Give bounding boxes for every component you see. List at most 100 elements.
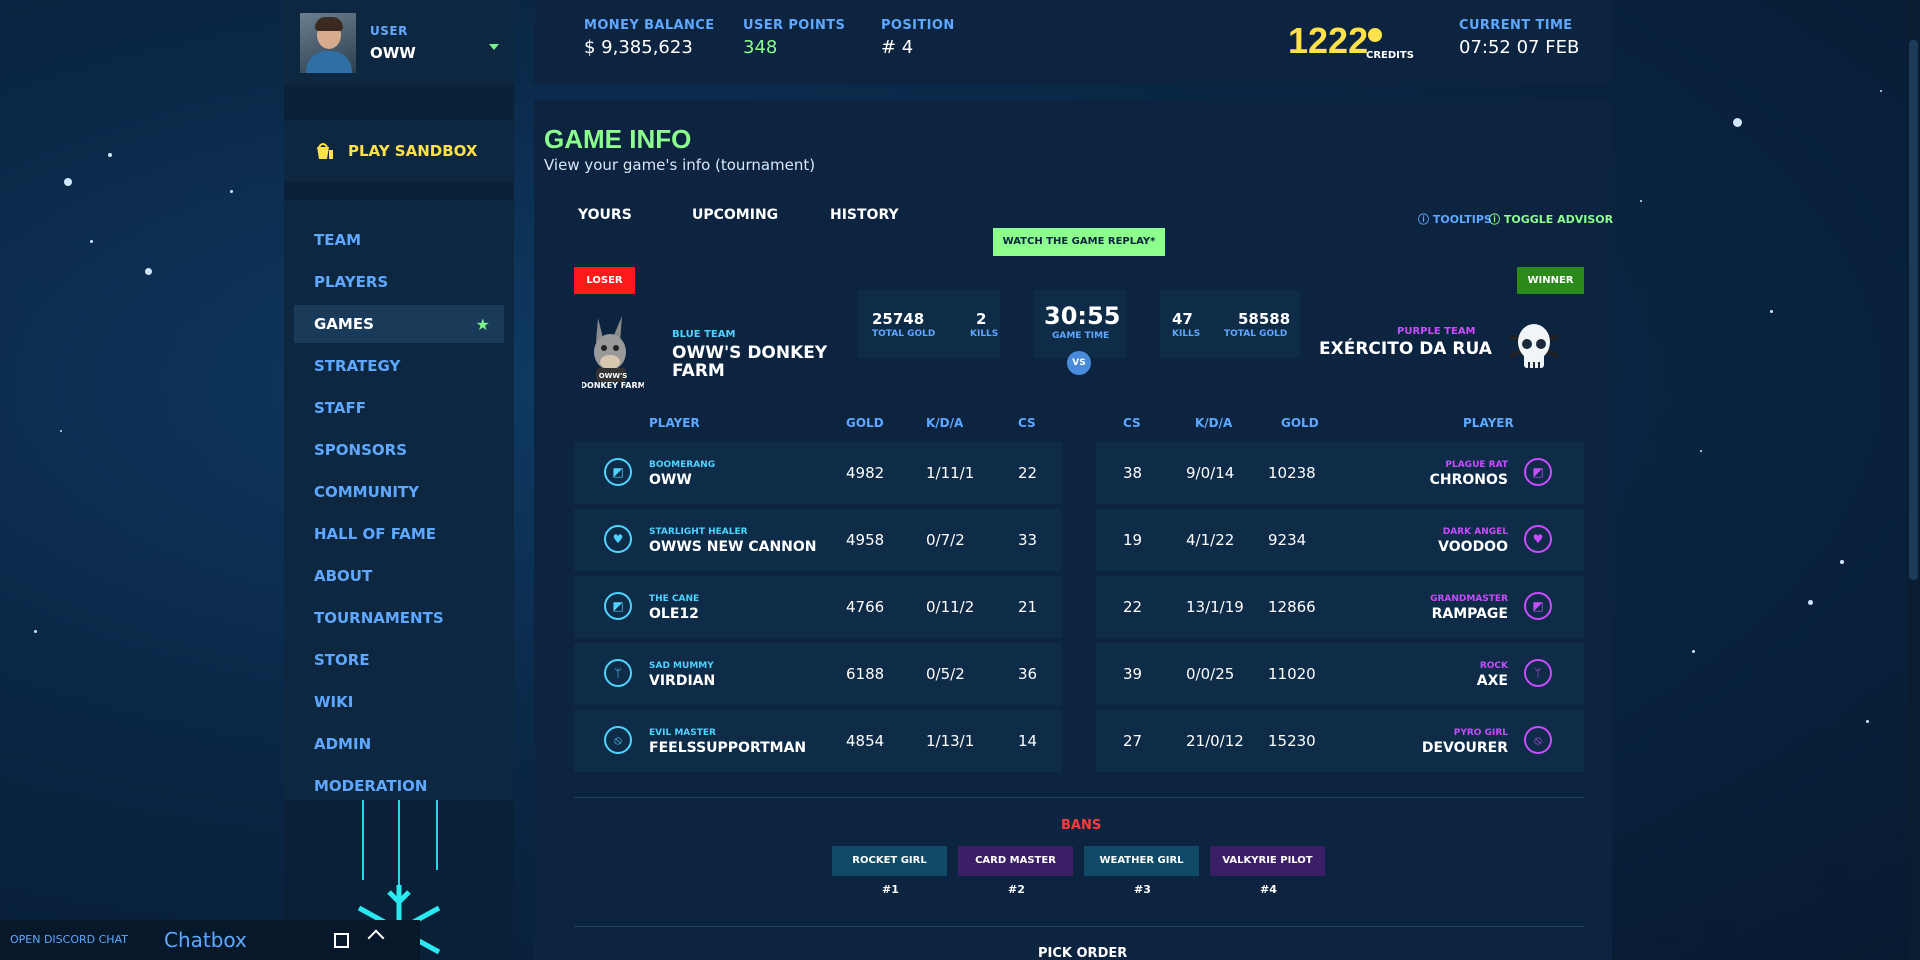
chatbox-title[interactable]: Chatbox (164, 928, 247, 952)
bucket-icon (317, 143, 333, 159)
sidebar-item-label: STRATEGY (314, 357, 401, 375)
toggle-advisor[interactable]: ⓘ TOGGLE ADVISOR (1489, 211, 1613, 227)
divider (574, 926, 1584, 927)
current-time: CURRENT TIME 07:52 07 FEB (1459, 18, 1579, 58)
kda-value: 9/0/14 (1186, 464, 1235, 482)
sidebar-item-strategy[interactable]: STRATEGY (294, 347, 504, 385)
play-sandbox-button[interactable]: PLAY SANDBOX (284, 120, 514, 182)
position: POSITION # 4 (881, 18, 955, 58)
ban-chip: CARD MASTER (958, 846, 1073, 876)
cs-value: 19 (1123, 531, 1143, 549)
sword-icon: ◩ (604, 458, 632, 486)
hero-name: SAD MUMMY (649, 661, 714, 671)
sidebar-nav: TEAM PLAYERS GAMES ★ STRATEGY STAFF SPONS… (284, 200, 514, 800)
kda-value: 1/11/1 (926, 464, 975, 482)
cs-value: 38 (1123, 464, 1143, 482)
kda-value: 13/1/19 (1186, 598, 1244, 616)
sword-icon: ◩ (604, 592, 632, 620)
sidebar-item-label: SPONSORS (314, 441, 408, 459)
user-menu[interactable]: USER OWW (284, 0, 514, 85)
sidebar-item-about[interactable]: ABOUT (294, 557, 504, 595)
table-row (574, 509, 1062, 571)
right-total-gold: 58588 (1238, 310, 1291, 328)
player-name: OLE12 (649, 606, 699, 622)
kda-value: 4/1/22 (1186, 531, 1235, 549)
sidebar-item-label: ABOUT (314, 567, 373, 585)
game-time: 30:55 (1044, 302, 1121, 330)
sidebar-item-wiki[interactable]: WIKI (294, 683, 504, 721)
open-discord-link[interactable]: OPEN DISCORD CHAT (10, 933, 128, 946)
ban-number: #3 (1134, 883, 1151, 896)
sidebar-item-label: COMMUNITY (314, 483, 420, 501)
time-value: 07:52 07 FEB (1459, 37, 1580, 58)
watch-replay-button[interactable]: WATCH THE GAME REPLAY* (993, 228, 1165, 256)
tooltips-toggle[interactable]: ⓘ TOOLTIPS (1418, 211, 1492, 227)
kda-value: 0/5/2 (926, 665, 965, 683)
sidebar-item-label: HALL OF FAME (314, 525, 437, 543)
money-balance: MONEY BALANCE $ 9,385,623 (584, 18, 715, 58)
chevron-down-icon[interactable] (489, 44, 499, 50)
sidebar-item-label: PLAYERS (314, 273, 389, 291)
donkey-logo: OWW'S DONKEY FARM (582, 316, 644, 390)
sidebar-item-label: MODERATION (314, 777, 428, 795)
tab-yours[interactable]: YOURS (578, 207, 632, 223)
col-gold-left: GOLD (846, 416, 884, 430)
hero-name: EVIL MASTER (649, 728, 716, 738)
tab-history[interactable]: HISTORY (830, 207, 899, 223)
sidebar-item-community[interactable]: COMMUNITY (294, 473, 504, 511)
gold-value: 4766 (846, 598, 885, 616)
star-icon: ★ (475, 315, 490, 334)
player-name: DEVOURER (1421, 740, 1508, 756)
sidebar-item-label: WIKI (314, 693, 354, 711)
player-name: OWW (649, 472, 692, 488)
player-name: VOODOO (1438, 539, 1508, 555)
gold-value: 10238 (1268, 464, 1316, 482)
blue-team-label: BLUE TEAM (672, 329, 736, 340)
hero-name: BOOMERANG (649, 460, 716, 470)
sidebar-item-admin[interactable]: ADMIN (294, 725, 504, 763)
sword-icon: ◩ (1524, 458, 1552, 486)
cs-value: 39 (1123, 665, 1143, 683)
gold-value: 9234 (1268, 531, 1307, 549)
sidebar-item-tournaments[interactable]: TOURNAMENTS (294, 599, 504, 637)
tab-upcoming[interactable]: UPCOMING (692, 207, 778, 223)
purple-team-label: PURPLE TEAM (1397, 326, 1476, 337)
compass-icon: ⦸ (1524, 726, 1552, 754)
chevron-up-icon[interactable] (367, 929, 385, 947)
player-name: VIRDIAN (649, 673, 716, 689)
position-value: # 4 (881, 37, 914, 58)
gold-value: 11020 (1268, 665, 1316, 683)
right-team-name: EXÉRCITO DA RUA (1319, 339, 1492, 359)
sidebar-item-hall-of-fame[interactable]: HALL OF FAME (294, 515, 504, 553)
pick-order-title: PICK ORDER (1038, 946, 1128, 960)
cs-value: 27 (1123, 732, 1143, 750)
svg-text:DONKEY FARM: DONKEY FARM (582, 381, 644, 390)
sidebar-item-team[interactable]: TEAM (294, 221, 504, 259)
sidebar-item-label: TOURNAMENTS (314, 609, 444, 627)
time-label: CURRENT TIME (1459, 18, 1573, 33)
scrollbar-thumb[interactable] (1909, 40, 1918, 580)
hero-name: DARK ANGEL (1442, 527, 1508, 537)
cs-value: 22 (1018, 464, 1038, 482)
total-gold-label: TOTAL GOLD (872, 329, 936, 339)
ban-chip: WEATHER GIRL (1084, 846, 1199, 876)
col-kda-right: K/D/A (1195, 416, 1233, 430)
hero-name: GRANDMASTER (1430, 594, 1508, 604)
kda-value: 0/7/2 (926, 531, 965, 549)
sidebar-item-store[interactable]: STORE (294, 641, 504, 679)
ban-number: #4 (1260, 883, 1277, 896)
sidebar-item-sponsors[interactable]: SPONSORS (294, 431, 504, 469)
player-name: FEELSSUPPORTMAN (649, 740, 807, 756)
ban-chip: VALKYRIE PILOT (1210, 846, 1325, 876)
table-row (574, 442, 1062, 504)
player-name: AXE (1476, 673, 1508, 689)
cs-value: 22 (1123, 598, 1143, 616)
user-name: OWW (370, 44, 416, 62)
kda-value: 0/11/2 (926, 598, 975, 616)
gold-value: 15230 (1268, 732, 1316, 750)
sidebar-item-staff[interactable]: STAFF (294, 389, 504, 427)
sidebar-item-players[interactable]: PLAYERS (294, 263, 504, 301)
sidebar-item-label: TEAM (314, 231, 362, 249)
maximize-icon[interactable] (334, 933, 349, 948)
sidebar-item-games[interactable]: GAMES ★ (294, 305, 504, 343)
